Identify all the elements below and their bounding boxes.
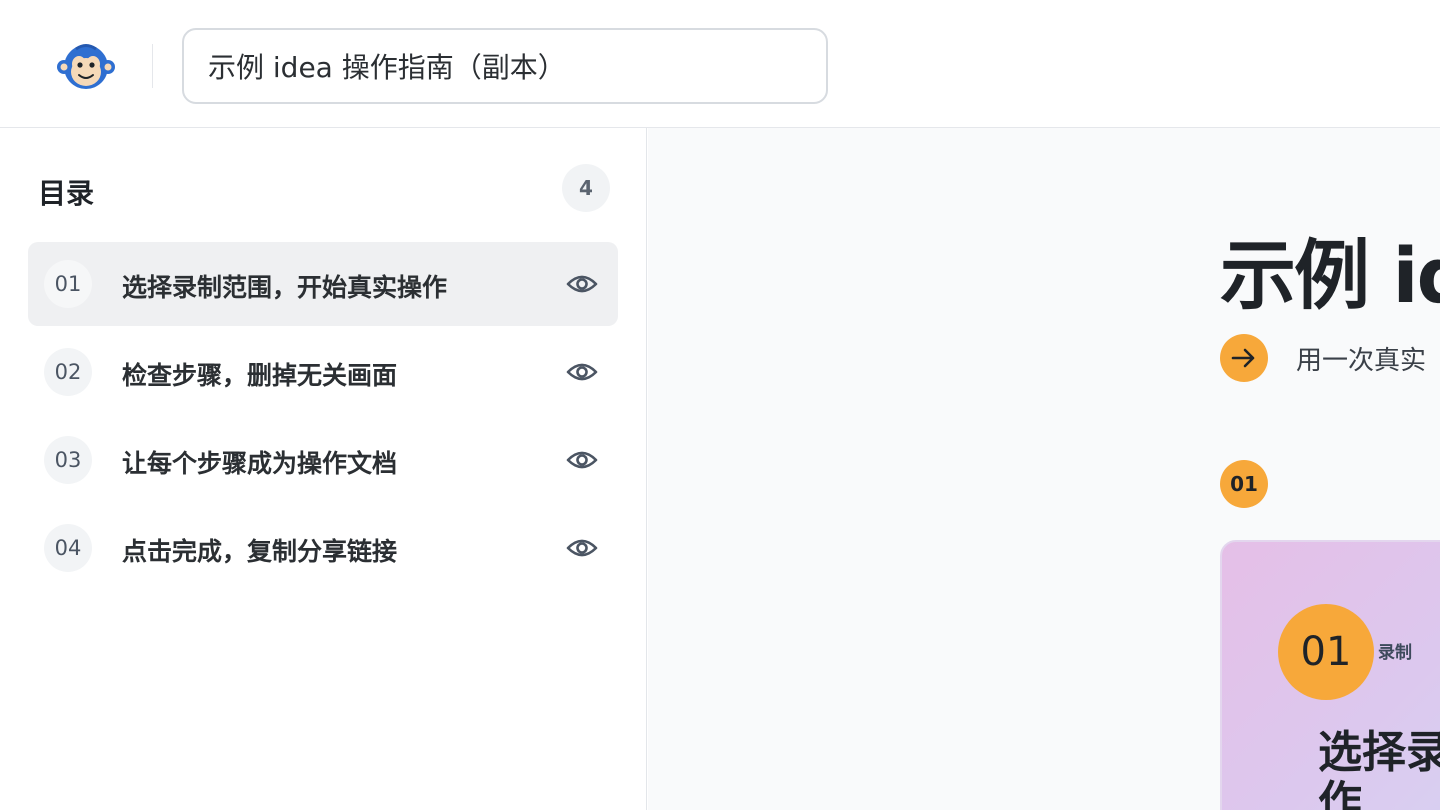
card-heading: 选择录 操作 — [1318, 727, 1440, 810]
step-number-badge: 01 — [1220, 460, 1268, 508]
arrow-right-icon — [1231, 348, 1255, 368]
top-header — [0, 0, 1440, 128]
toc-item-02[interactable]: 02 检查步骤，删掉无关画面 — [28, 330, 618, 414]
toc-item-label: 点击完成，复制分享链接 — [122, 537, 398, 566]
intro-text: 用一次真实 — [1296, 346, 1427, 376]
card-step-number: 01 — [1278, 604, 1374, 700]
toc-item-number: 02 — [44, 348, 92, 396]
toc-item-number: 03 — [44, 436, 92, 484]
doc-title: 示例 ide — [1220, 231, 1440, 320]
eye-icon[interactable] — [566, 446, 598, 474]
toc-item-label: 检查步骤，删掉无关画面 — [122, 361, 398, 390]
toc-item-04[interactable]: 04 点击完成，复制分享链接 — [28, 506, 618, 590]
toc-item-label: 选择录制范围，开始真实操作 — [122, 273, 448, 302]
step-card[interactable]: 01 录制 选择录 操作 — [1220, 540, 1440, 810]
toc-item-label: 让每个步骤成为操作文档 — [122, 449, 398, 478]
toc-item-number: 01 — [44, 260, 92, 308]
doc-title-input[interactable] — [182, 28, 828, 104]
card-tag: 录制 — [1378, 643, 1412, 663]
header-divider — [152, 44, 153, 88]
toc-count-badge: 4 — [562, 164, 610, 212]
toc-item-03[interactable]: 03 让每个步骤成为操作文档 — [28, 418, 618, 502]
toc-list: 01 选择录制范围，开始真实操作 02 检查步骤，删掉无关画面 03 让每个步骤… — [28, 242, 618, 594]
toc-item-01[interactable]: 01 选择录制范围，开始真实操作 — [28, 242, 618, 326]
eye-icon[interactable] — [566, 358, 598, 386]
toc-title: 目录 — [38, 177, 95, 210]
toc-item-number: 04 — [44, 524, 92, 572]
eye-icon[interactable] — [566, 534, 598, 562]
monkey-logo-icon[interactable] — [56, 40, 116, 94]
intro-badge — [1220, 334, 1268, 382]
eye-icon[interactable] — [566, 270, 598, 298]
doc-preview: 示例 ide 用一次真实 01 01 录制 选择录 操作 — [648, 128, 1440, 810]
toc-sidebar: 目录 4 01 选择录制范围，开始真实操作 02 检查步骤，删掉无关画面 03 … — [0, 128, 647, 810]
